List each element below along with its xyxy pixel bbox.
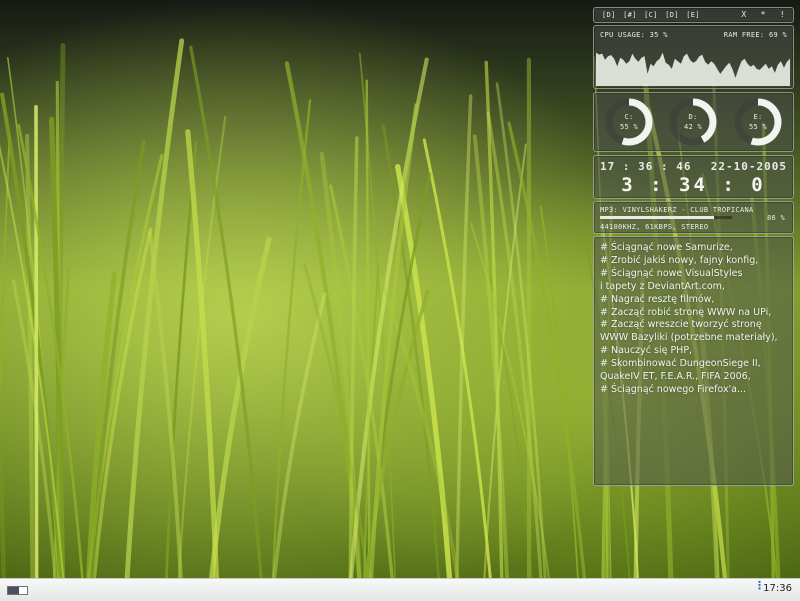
todo-line: # Ściągnąć nowe Samurize, — [600, 242, 793, 255]
disk-value: 55 % — [604, 123, 654, 131]
todo-line: # Zrobić jakiś nowy, fajny konfig, — [600, 255, 793, 268]
track-progress-percent: 86 % — [767, 214, 785, 222]
settings-icon[interactable]: * — [761, 10, 766, 19]
todo-line: WWW Bazyliki (potrzebne materiały), — [600, 332, 793, 345]
disk-gauge-e: E: 55 % — [733, 97, 783, 147]
disk-label: D: — [668, 113, 718, 121]
mp3-player-widget: MP3: VINYLSHAKERZ - CLUB TROPICANA 86 % … — [593, 201, 794, 234]
todo-notes-widget[interactable]: # Ściągnąć nowe Samurize, # Zrobić jakiś… — [593, 236, 794, 486]
drive-shortcut[interactable]: [#] — [623, 11, 637, 19]
track-progress-fill — [600, 216, 714, 219]
todo-line: # Ściągnąć nowego Firefox'a... — [600, 384, 793, 397]
cpu-usage-label: CPU USAGE: 35 % — [600, 31, 668, 39]
todo-line: # Ściągnąć nowe VisualStyles — [600, 268, 793, 281]
close-icon[interactable]: x — [741, 10, 746, 19]
disk-ring — [733, 97, 783, 147]
todo-line: i tapety z DeviantArt.com, — [600, 281, 793, 294]
drive-shortcuts: [D] [#] [C] [D] [E] — [602, 11, 703, 19]
disk-ring — [604, 97, 654, 147]
start-button[interactable] — [7, 586, 28, 595]
current-time: 17 : 36 : 46 — [600, 160, 691, 173]
todo-line: # Nauczyć się PHP, — [600, 345, 793, 358]
start-button-fill — [8, 587, 19, 594]
todo-line: QuakeIV ET, F.E.A.R., FIFA 2006, — [600, 371, 793, 384]
disk-gauge-c: C: 55 % — [604, 97, 654, 147]
drive-bar: [D] [#] [C] [D] [E] x * ! — [593, 7, 794, 23]
taskbar-clock[interactable]: 17:36 — [763, 583, 792, 594]
todo-line: # Nagrać resztę filmów, — [600, 294, 793, 307]
current-date: 22-10-2005 — [711, 160, 787, 173]
track-progress-bar[interactable] — [600, 216, 732, 219]
clock-widget: 17 : 36 : 46 22-10-2005 3 : 34 : 0 — [593, 155, 794, 199]
uptime-display: 3 : 34 : 0 — [594, 174, 793, 196]
disk-label: E: — [733, 113, 783, 121]
disk-gauge-d: D: 42 % — [668, 97, 718, 147]
grass-blade — [36, 107, 37, 578]
todo-line: # Zacząć wreszcie tworzyć stronę — [600, 319, 793, 332]
disk-value: 42 % — [668, 123, 718, 131]
todo-line: # Zacząć robić stronę WWW na UPi, — [600, 307, 793, 320]
disk-value: 55 % — [733, 123, 783, 131]
todo-list: # Ściągnąć nowe Samurize, # Zrobić jakiś… — [594, 237, 793, 397]
system-monitor-widget: CPU USAGE: 35 % RAM FREE: 69 % — [593, 25, 794, 89]
cpu-graph-area — [596, 53, 790, 86]
drive-shortcut[interactable]: [D] — [665, 11, 679, 19]
drive-shortcut[interactable]: [E] — [686, 11, 700, 19]
alert-icon[interactable]: ! — [780, 10, 785, 19]
cpu-usage-graph — [596, 40, 790, 86]
ram-free-label: RAM FREE: 69 % — [724, 31, 787, 39]
track-info: 44100KHZ, 61KBPS, STEREO — [600, 223, 708, 231]
todo-line: # Skombinować DungeonSiege II, — [600, 358, 793, 371]
disk-usage-widget: C: 55 % D: 42 % E: 55 % — [593, 92, 794, 152]
drive-shortcut[interactable]: [D] — [602, 11, 616, 19]
track-title[interactable]: MP3: VINYLSHAKERZ - CLUB TROPICANA — [600, 206, 754, 214]
drive-shortcut[interactable]: [C] — [644, 11, 658, 19]
disk-ring — [668, 97, 718, 147]
widget-controls: x * ! — [732, 10, 785, 19]
taskbar: ⋮ 17:36 — [0, 578, 800, 601]
disk-label: C: — [604, 113, 654, 121]
